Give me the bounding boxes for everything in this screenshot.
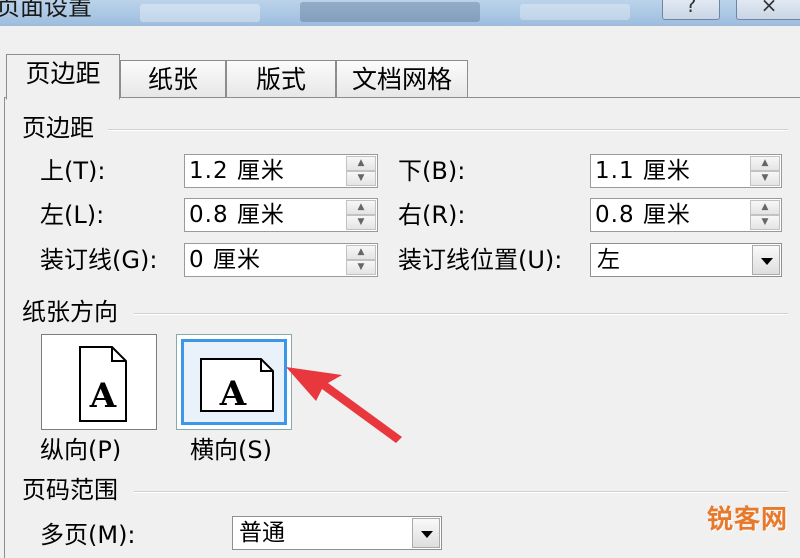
landscape-page-icon: A (200, 358, 274, 414)
gutter-position-label: 装订线位置(U): (398, 246, 563, 274)
portrait-label: 纵向(P) (40, 436, 122, 464)
gutter-position-value: 左 (597, 247, 620, 273)
landscape-letter: A (219, 374, 247, 414)
bottom-margin-label: 下(B): (398, 157, 466, 185)
portrait-option[interactable]: A (41, 334, 157, 430)
watermark: 锐客网 (706, 505, 788, 535)
right-margin-label: 右(R): (398, 201, 466, 229)
pages-heading: 页码范围 (22, 476, 118, 504)
spin-up-icon[interactable]: ▲ (346, 245, 376, 260)
bottom-margin-value: 1.1 厘米 (595, 158, 691, 184)
chevron-down-icon[interactable] (412, 518, 440, 548)
top-margin-value: 1.2 厘米 (189, 158, 285, 184)
chevron-down-icon[interactable] (752, 245, 780, 275)
multiple-pages-label: 多页(M): (40, 521, 136, 549)
right-margin-value: 0.8 厘米 (595, 202, 691, 228)
tab-layout[interactable]: 版式 (226, 60, 336, 97)
left-margin-spinner[interactable]: 0.8 厘米 ▲ ▼ (184, 198, 378, 232)
gutter-spinner[interactable]: 0 厘米 ▲ ▼ (184, 243, 378, 277)
right-margin-spinner[interactable]: 0.8 厘米 ▲ ▼ (590, 198, 782, 232)
spin-down-icon[interactable]: ▼ (346, 215, 376, 230)
title-bar-blur (300, 2, 480, 22)
top-margin-label: 上(T): (40, 157, 106, 185)
landscape-label: 横向(S) (190, 436, 272, 464)
bottom-margin-spinner[interactable]: 1.1 厘米 ▲ ▼ (590, 154, 782, 188)
help-button[interactable]: ? (662, 0, 720, 20)
tab-paper[interactable]: 纸张 (120, 60, 226, 97)
landscape-option[interactable]: A (176, 334, 292, 430)
top-margin-spinner[interactable]: 1.2 厘米 ▲ ▼ (184, 154, 378, 188)
section-divider (108, 129, 788, 131)
multiple-pages-value: 普通 (239, 520, 285, 546)
section-divider (134, 491, 788, 493)
tab-margins[interactable]: 页边距 (6, 54, 120, 100)
title-bar-blur (140, 4, 260, 22)
annotation-arrow-icon (286, 367, 402, 443)
orientation-heading: 纸张方向 (22, 298, 118, 326)
spin-down-icon[interactable]: ▼ (750, 171, 780, 186)
tab-document-grid[interactable]: 文档网格 (336, 60, 468, 97)
window-title: 页面设置 (0, 0, 92, 21)
portrait-page-icon: A (79, 346, 127, 422)
spin-up-icon[interactable]: ▲ (346, 156, 376, 171)
section-divider (134, 313, 788, 315)
spin-up-icon[interactable]: ▲ (346, 200, 376, 215)
title-bar: 页面设置 ? × (0, 0, 800, 26)
left-margin-value: 0.8 厘米 (189, 202, 285, 228)
spin-up-icon[interactable]: ▲ (750, 200, 780, 215)
gutter-value: 0 厘米 (189, 247, 261, 273)
spin-down-icon[interactable]: ▼ (346, 171, 376, 186)
spin-down-icon[interactable]: ▼ (750, 215, 780, 230)
close-button[interactable]: × (736, 0, 800, 20)
spin-up-icon[interactable]: ▲ (750, 156, 780, 171)
portrait-letter: A (89, 376, 117, 416)
gutter-label: 装订线(G): (40, 246, 158, 274)
gutter-position-select[interactable]: 左 (590, 243, 782, 277)
spin-down-icon[interactable]: ▼ (346, 260, 376, 275)
margins-heading: 页边距 (22, 114, 94, 142)
left-margin-label: 左(L): (40, 201, 105, 229)
multiple-pages-select[interactable]: 普通 (232, 516, 442, 550)
title-bar-blur (520, 4, 630, 20)
